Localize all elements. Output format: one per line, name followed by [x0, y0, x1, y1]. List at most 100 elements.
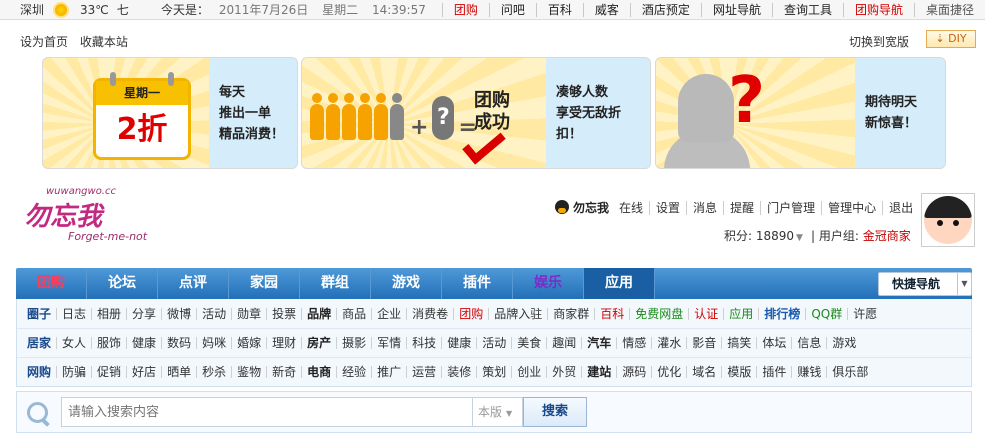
diy-button[interactable]: ⇣ DIY — [926, 30, 976, 48]
sub-nav-link[interactable]: 装修 — [441, 366, 476, 378]
sub-nav-link[interactable]: 赚钱 — [791, 366, 826, 378]
banner-tomorrow-surprise[interactable]: ? 期待明天 新惊喜！ — [655, 57, 946, 169]
sub-nav-link[interactable]: 团购 — [453, 307, 488, 320]
bookmark-link[interactable]: 收藏本站 — [80, 35, 128, 49]
sub-nav-link[interactable]: 汽车 — [581, 337, 616, 349]
sub-nav-link[interactable]: 影音 — [686, 337, 721, 349]
sub-nav-link[interactable]: 商品 — [336, 307, 371, 320]
sub-nav-link[interactable]: 商家群 — [547, 307, 594, 320]
sub-nav-link[interactable]: 军情 — [371, 337, 406, 349]
top-link[interactable]: 问吧 — [488, 2, 536, 17]
user-link[interactable]: 设置 — [649, 200, 687, 215]
nav-tab[interactable]: 论坛 — [87, 268, 158, 299]
sub-nav-link[interactable]: 免费网盘 — [629, 307, 688, 320]
sub-nav-link[interactable]: QQ群 — [805, 307, 847, 320]
switch-wide-link[interactable]: 切换到宽版 — [849, 33, 909, 50]
nav-tab[interactable]: 团购 — [16, 268, 87, 299]
sub-nav-link[interactable]: 鉴物 — [231, 366, 266, 378]
set-home-link[interactable]: 设为首页 — [20, 35, 68, 49]
user-link[interactable]: 在线 — [613, 201, 649, 215]
nav-tab[interactable]: 插件 — [442, 268, 513, 299]
sub-nav-link[interactable]: 微博 — [161, 307, 196, 320]
sub-nav-link[interactable]: 品牌入驻 — [488, 307, 547, 320]
sub-nav-link[interactable]: 插件 — [756, 366, 791, 378]
sub-nav-link[interactable]: 灌水 — [651, 337, 686, 349]
sub-nav-link[interactable]: 促销 — [91, 366, 126, 378]
sub-nav-link[interactable]: 体坛 — [756, 337, 791, 349]
avatar[interactable] — [921, 193, 975, 247]
sub-nav-link[interactable]: 优化 — [651, 366, 686, 378]
sub-nav-link[interactable]: 妈咪 — [196, 337, 231, 349]
sub-nav-link[interactable]: 情感 — [616, 337, 651, 349]
nav-tab[interactable]: 应用 — [584, 268, 655, 299]
search-input[interactable] — [61, 397, 473, 427]
sub-nav-link[interactable]: 日志 — [56, 307, 91, 320]
user-group[interactable]: 金冠商家 — [863, 229, 911, 243]
nav-tab[interactable]: 游戏 — [371, 268, 442, 299]
sub-nav-link[interactable]: 百科 — [594, 307, 629, 320]
chevron-down-icon[interactable]: ▼ — [957, 273, 971, 295]
sub-nav-link[interactable]: 创业 — [511, 366, 546, 378]
sub-nav-link[interactable]: 服饰 — [91, 337, 126, 349]
sub-nav-link[interactable]: 理财 — [266, 337, 301, 349]
search-button[interactable]: 搜索 — [523, 397, 587, 427]
sub-nav-link[interactable]: 新奇 — [266, 366, 301, 378]
sub-nav-link[interactable]: 健康 — [441, 337, 476, 349]
sub-nav-link[interactable]: 外贸 — [546, 366, 581, 378]
sub-nav-link[interactable]: 游戏 — [826, 337, 861, 349]
sub-nav-link[interactable]: 模版 — [721, 366, 756, 378]
sub-nav-link[interactable]: 晒单 — [161, 366, 196, 378]
user-link[interactable]: 管理中心 — [821, 200, 883, 215]
site-logo[interactable]: wuwangwo.cc 勿忘我 Forget-me-not — [20, 186, 160, 256]
sub-nav-link[interactable]: 勋章 — [231, 307, 266, 320]
sub-nav-link[interactable]: 活动 — [196, 307, 231, 320]
sub-nav-link[interactable]: 经验 — [336, 366, 371, 378]
sub-nav-link[interactable]: 房产 — [301, 337, 336, 349]
sub-nav-link[interactable]: 女人 — [56, 337, 91, 349]
sub-nav-link[interactable]: 科技 — [406, 337, 441, 349]
banner-group-buy[interactable]: + ? = 团购 成功 凑够人数 享受无敌折 扣！ — [301, 57, 651, 169]
user-link[interactable]: 门户管理 — [760, 200, 822, 215]
top-link[interactable]: 百科 — [535, 2, 583, 17]
sub-nav-category[interactable]: 圈子 — [27, 308, 56, 320]
sub-nav-link[interactable]: 相册 — [91, 307, 126, 320]
sub-nav-link[interactable]: 健康 — [126, 337, 161, 349]
sub-nav-link[interactable]: 认证 — [688, 307, 723, 320]
credits-value[interactable]: 积分: 18890 — [724, 229, 794, 243]
sub-nav-link[interactable]: 趣闻 — [546, 337, 581, 349]
user-link[interactable]: 消息 — [686, 200, 724, 215]
sub-nav-link[interactable]: 活动 — [476, 337, 511, 349]
sub-nav-link[interactable]: 信息 — [791, 337, 826, 349]
sub-nav-link[interactable]: 源码 — [616, 366, 651, 378]
sub-nav-link[interactable]: 策划 — [476, 366, 511, 378]
sub-nav-link[interactable]: 搞笑 — [721, 337, 756, 349]
sub-nav-link[interactable]: 俱乐部 — [826, 366, 873, 378]
top-link[interactable]: 酒店预定 — [629, 2, 701, 17]
sub-nav-link[interactable]: 投票 — [266, 307, 301, 320]
user-link[interactable]: 退出 — [882, 200, 920, 215]
sub-nav-link[interactable]: 域名 — [686, 366, 721, 378]
sub-nav-link[interactable]: 电商 — [301, 366, 336, 378]
banner-monday-discount[interactable]: 星期一 2折 每天 推出一单 精品消费！ — [42, 57, 298, 169]
user-link[interactable]: 提醒 — [723, 200, 761, 215]
sub-nav-link[interactable]: 企业 — [371, 307, 406, 320]
top-link[interactable]: 网址导航 — [700, 2, 772, 17]
nav-tab[interactable]: 群组 — [300, 268, 371, 299]
top-link[interactable]: 桌面捷径 — [913, 2, 985, 17]
sub-nav-link[interactable]: 数码 — [161, 337, 196, 349]
top-link[interactable]: 团购 — [441, 2, 489, 17]
sub-nav-link[interactable]: 应用 — [723, 307, 758, 320]
sub-nav-link[interactable]: 推广 — [371, 366, 406, 378]
search-scope-select[interactable]: 本版 ▼ — [473, 397, 523, 427]
sub-nav-link[interactable]: 品牌 — [301, 307, 336, 320]
sub-nav-link[interactable]: 防骗 — [56, 366, 91, 378]
sub-nav-category[interactable]: 居家 — [27, 337, 56, 349]
nav-tab[interactable]: 家园 — [229, 268, 300, 299]
sub-nav-category[interactable]: 网购 — [27, 366, 56, 378]
top-link[interactable]: 团购导航 — [842, 2, 914, 17]
sub-nav-link[interactable]: 运营 — [406, 366, 441, 378]
sub-nav-link[interactable]: 婚嫁 — [231, 337, 266, 349]
username[interactable]: 勿忘我 — [573, 199, 609, 216]
sub-nav-link[interactable]: 建站 — [581, 366, 616, 378]
top-link[interactable]: 威客 — [582, 2, 630, 17]
